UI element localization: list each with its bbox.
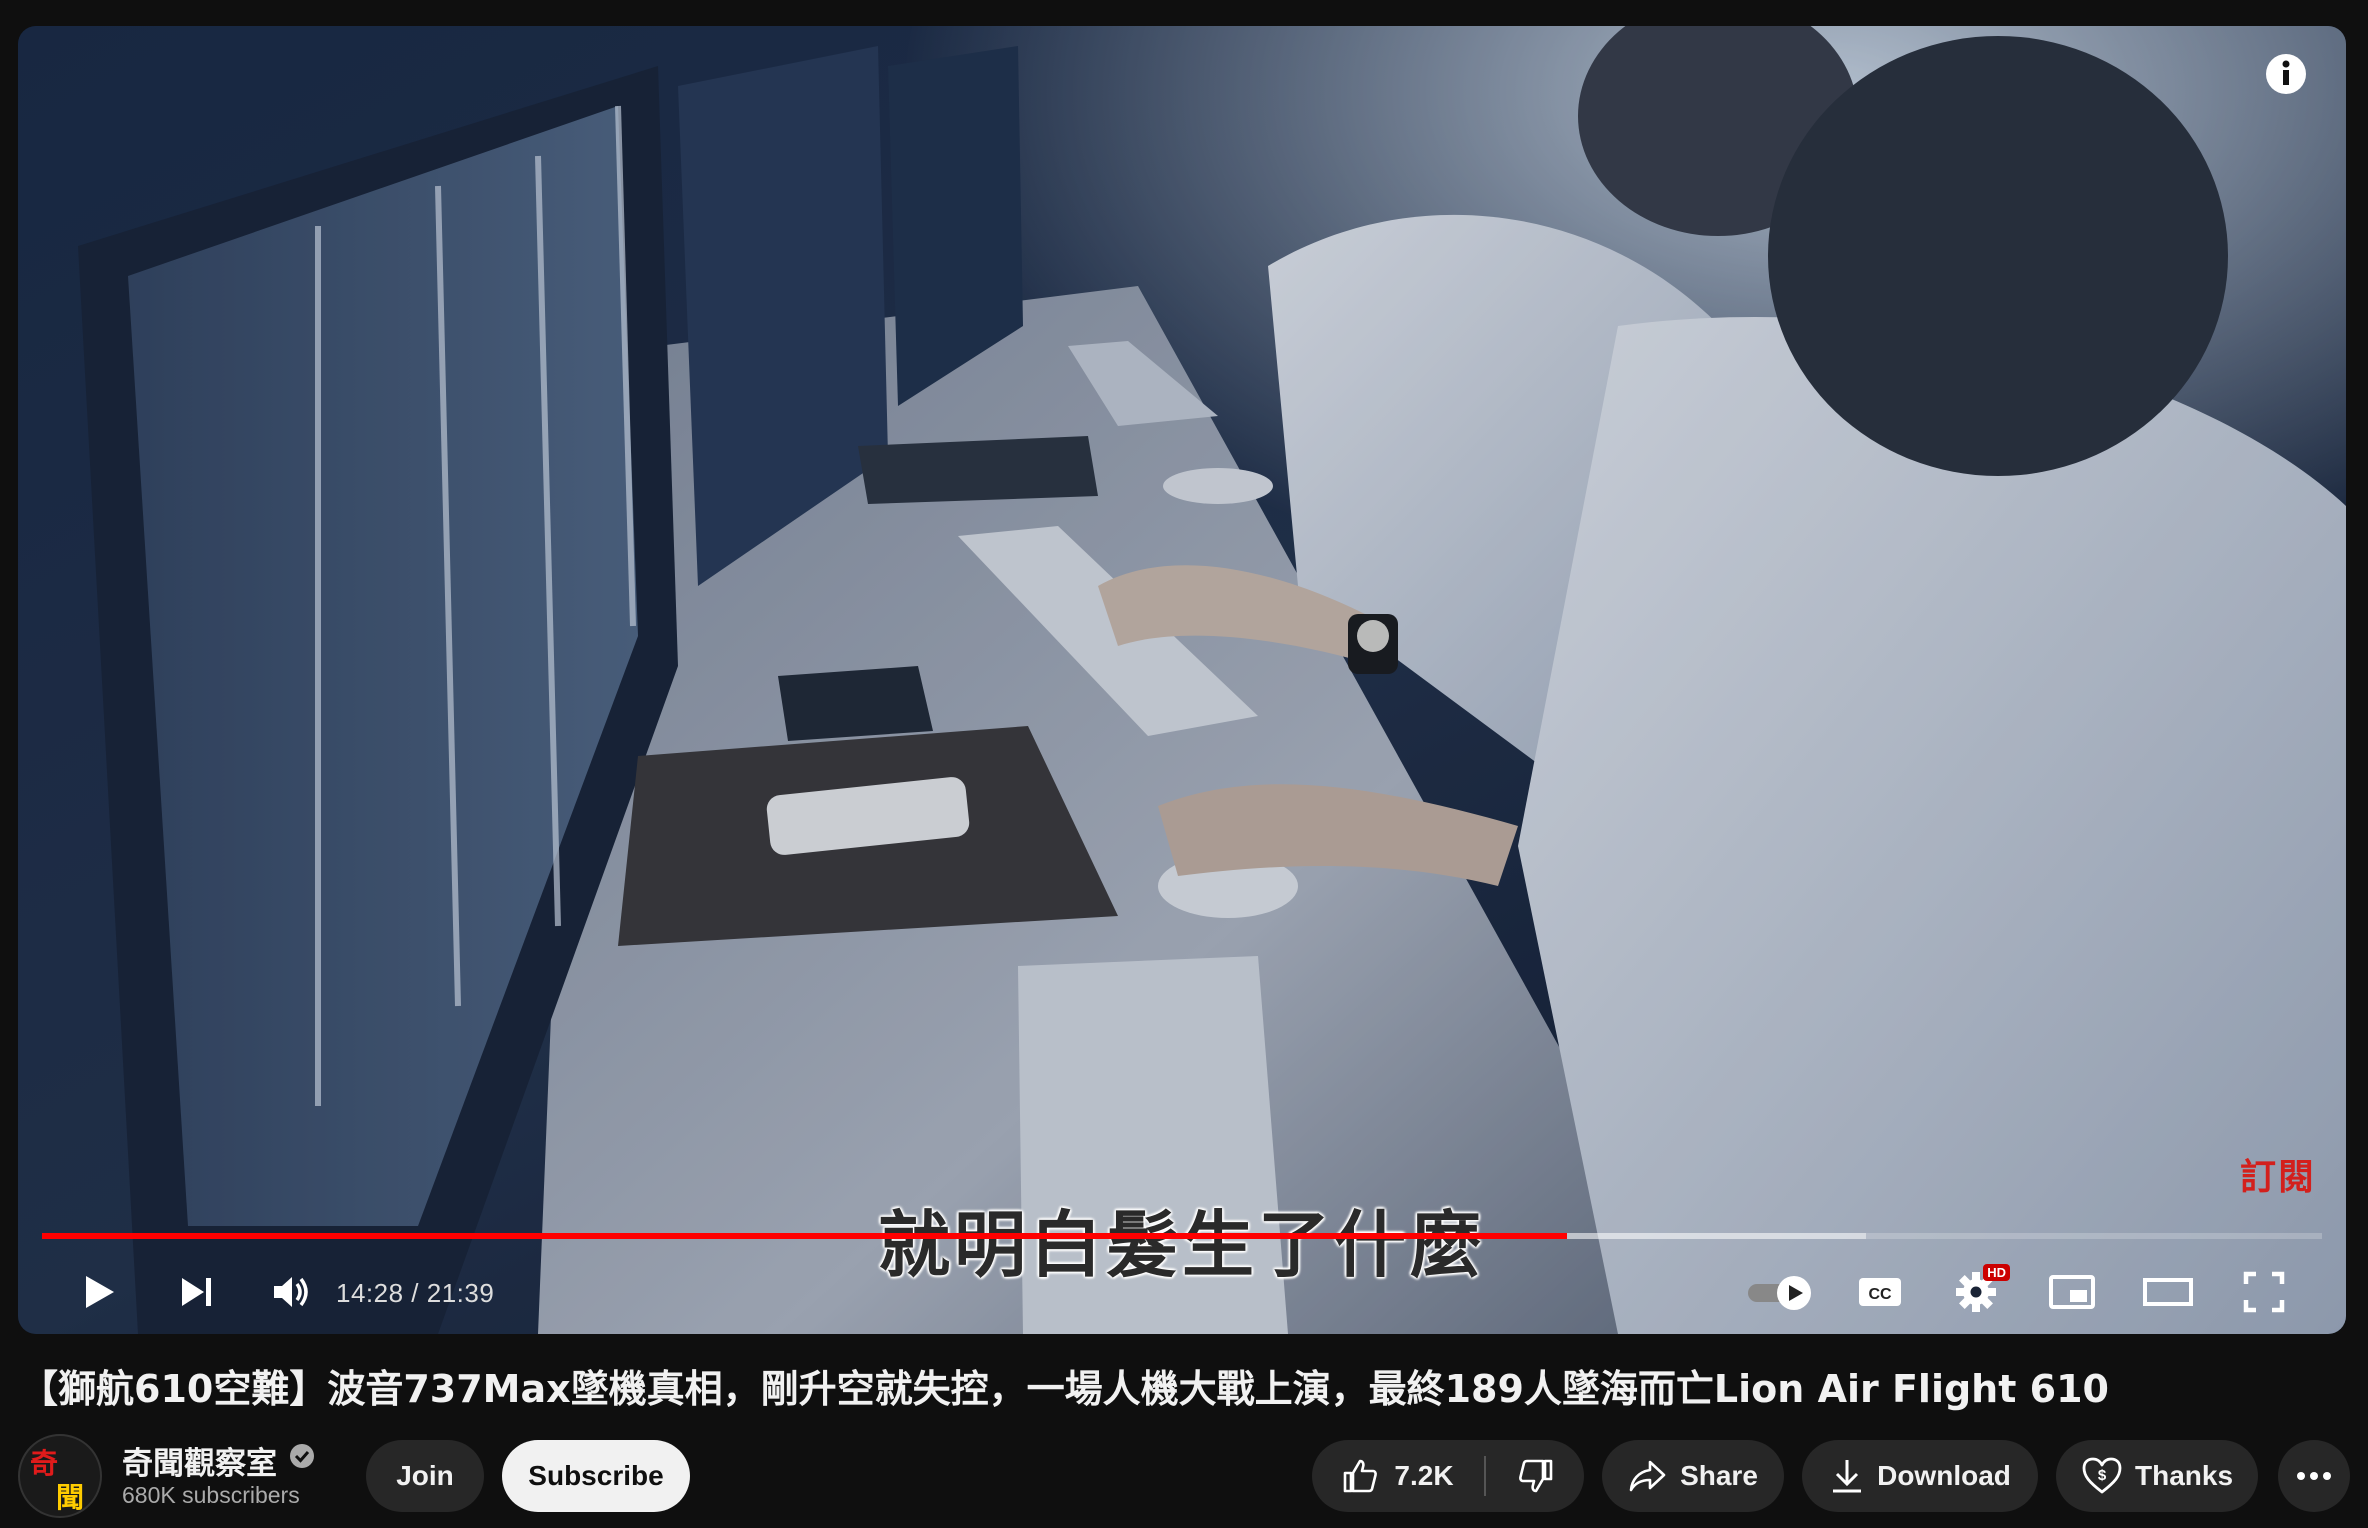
- more-dots-icon: [2297, 1472, 2331, 1480]
- channel-name[interactable]: 奇聞觀察室: [122, 1438, 277, 1483]
- video-frame: [18, 26, 2346, 1334]
- progress-played: [42, 1233, 1568, 1239]
- share-button[interactable]: Share: [1602, 1440, 1784, 1512]
- next-button[interactable]: [166, 1262, 226, 1322]
- miniplayer-button[interactable]: [2042, 1262, 2102, 1322]
- subscriber-count: 680K subscribers: [122, 1482, 300, 1508]
- avatar-char-top: 奇: [30, 1447, 59, 1480]
- more-actions-button[interactable]: [2278, 1440, 2350, 1512]
- subscribe-button[interactable]: Subscribe: [502, 1440, 690, 1512]
- like-count: 7.2K: [1394, 1460, 1454, 1491]
- svg-text:CC: CC: [1868, 1286, 1892, 1303]
- play-icon: [86, 1276, 114, 1308]
- next-icon: [182, 1278, 211, 1306]
- settings-button[interactable]: HD: [1946, 1262, 2010, 1322]
- like-divider: [1484, 1456, 1486, 1496]
- video-player[interactable]: 就明白髮生了什麼 訂閱 14:28 / 21:39 CC HD: [18, 26, 2346, 1334]
- dislike-button[interactable]: [1488, 1440, 1584, 1512]
- autoplay-toggle[interactable]: [1740, 1262, 1824, 1322]
- subscribe-watermark[interactable]: 訂閱: [2240, 1148, 2316, 1200]
- autoplay-toggle-icon: [1748, 1276, 1811, 1310]
- thanks-label: Thanks: [2134, 1460, 2234, 1491]
- progress-bar[interactable]: [42, 1233, 2322, 1239]
- download-button[interactable]: Download: [1802, 1440, 2038, 1512]
- share-icon: [1629, 1460, 1666, 1492]
- verified-check-icon: [290, 1444, 314, 1468]
- video-title: 【獅航610空難】波音737Max墜機真相，剛升空就失控，一場人機大戰上演，最終…: [20, 1367, 2109, 1411]
- cc-icon: CC: [1859, 1278, 1901, 1306]
- like-button[interactable]: 7.2K: [1312, 1440, 1482, 1512]
- theater-mode-button[interactable]: [2138, 1262, 2198, 1322]
- volume-icon: [274, 1277, 308, 1307]
- thanks-heart-icon: $: [2082, 1457, 2122, 1494]
- miniplayer-icon: [2049, 1275, 2095, 1309]
- youtube-watch-page: 就明白髮生了什麼 訂閱 14:28 / 21:39 CC HD 【獅航610空難…: [0, 0, 2368, 1528]
- channel-avatar[interactable]: 奇 聞: [18, 1434, 102, 1518]
- play-button[interactable]: [68, 1262, 128, 1322]
- share-label: Share: [1680, 1460, 1758, 1491]
- hd-badge: HD: [1983, 1264, 2010, 1281]
- thumbs-down-icon: [1519, 1459, 1553, 1493]
- thumbs-up-icon: [1344, 1459, 1378, 1493]
- player-controls: 14:28 / 21:39 CC HD: [18, 1248, 2346, 1334]
- fullscreen-icon: [2243, 1271, 2285, 1313]
- theater-mode-icon: [2143, 1278, 2193, 1306]
- thanks-button[interactable]: $ Thanks: [2056, 1440, 2258, 1512]
- info-icon[interactable]: [2264, 52, 2308, 96]
- join-button[interactable]: Join: [366, 1440, 484, 1512]
- time-display: 14:28 / 21:39: [336, 1278, 495, 1308]
- download-icon: [1833, 1460, 1862, 1493]
- download-label: Download: [1877, 1460, 2011, 1491]
- svg-text:$: $: [2098, 1467, 2107, 1484]
- like-dislike-group: 7.2K: [1312, 1440, 1584, 1512]
- fullscreen-button[interactable]: [2234, 1262, 2294, 1322]
- volume-button[interactable]: [262, 1262, 322, 1322]
- avatar-char-bottom: 聞: [56, 1481, 85, 1514]
- channel-action-row: 奇 聞 奇聞觀察室 680K subscribers Join Subscrib…: [0, 1430, 2368, 1518]
- captions-button[interactable]: CC: [1850, 1262, 1910, 1322]
